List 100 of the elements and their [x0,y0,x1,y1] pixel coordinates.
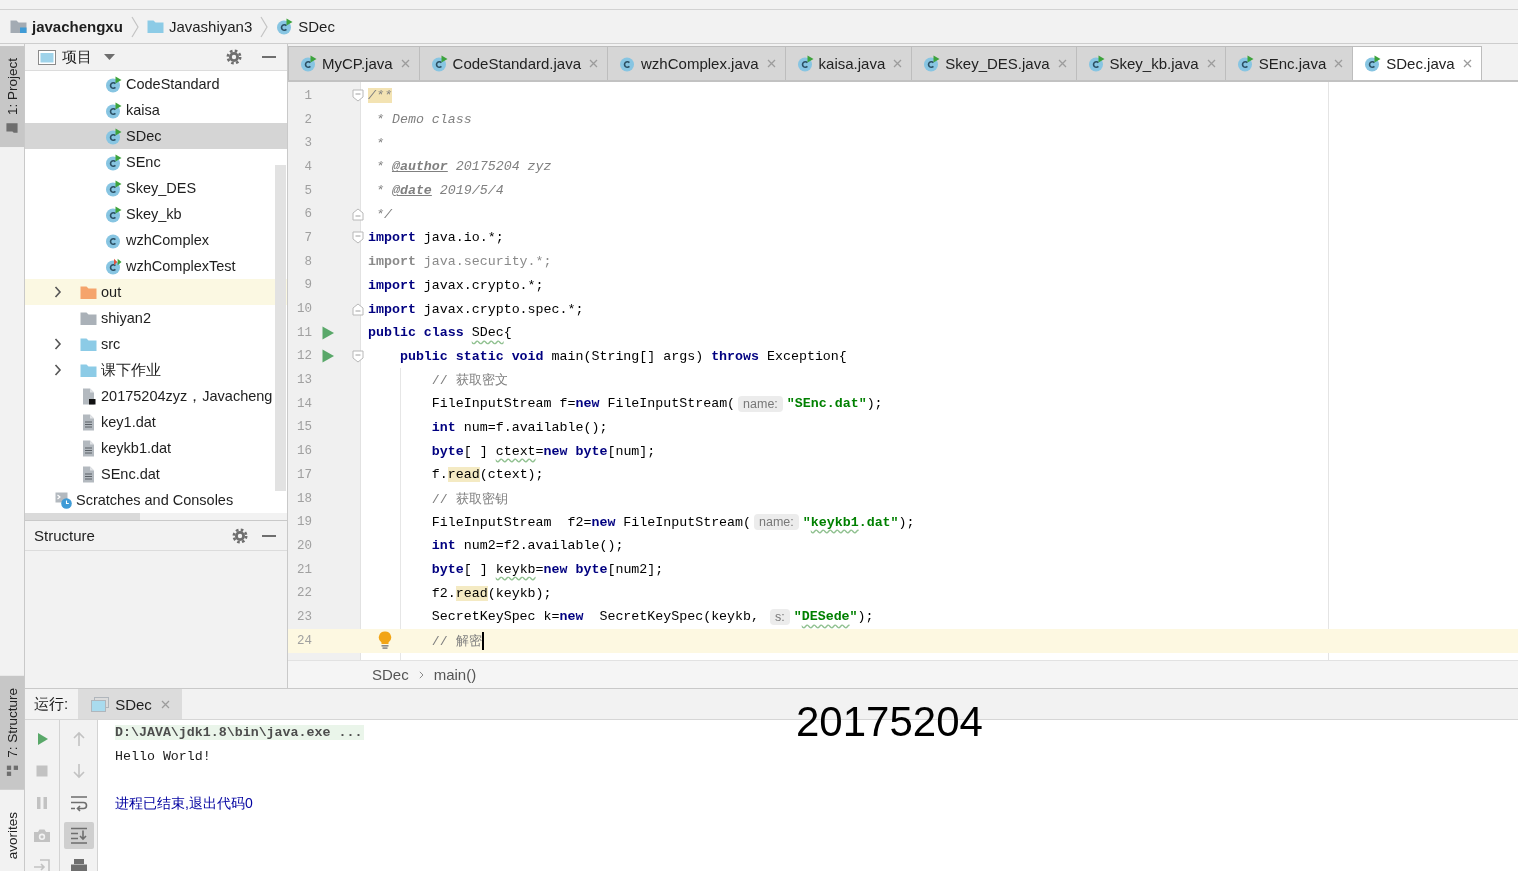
code-editor[interactable] [288,82,1518,660]
scroll-end-icon[interactable] [63,821,94,849]
line-number: 11 [296,325,312,340]
code-text: FileInputStream f=new FileInputStream( [431,396,736,412]
line-number: 17 [296,467,312,482]
text-cursor [481,631,484,650]
breadcrumb-item[interactable]: main() [433,666,477,683]
chevron-icon [418,670,424,679]
lightbulb-icon[interactable] [378,630,392,649]
line-number: 20 [296,538,312,553]
code-text: import java.security.*; [368,254,552,270]
close-icon[interactable] [1057,59,1067,68]
caption-text: 20175204 [796,701,983,743]
tree-item[interactable]: wzhComplex [25,227,287,253]
tree-item[interactable]: out [25,279,287,305]
code-text: import javax.crypto.*; [368,277,544,293]
editor-tab[interactable]: SEnc.java [1224,46,1354,80]
fold-marker-icon[interactable] [352,302,364,316]
fold-marker-icon[interactable] [352,349,364,363]
line-number: 24 [296,633,312,648]
scrollbar-thumb[interactable] [25,513,140,520]
run-tab[interactable]: SDec [78,689,182,719]
tree-item[interactable]: kaisa [25,97,287,123]
breadcrumb-item[interactable]: Javashiyan3 [146,18,253,35]
line-number: 3 [303,136,312,151]
editor-tab[interactable]: wzhComplex.java [607,46,786,80]
line-number: 23 [296,609,312,624]
code-text: f.read(ctext); [431,467,544,483]
chevron-icon [130,15,139,38]
code-text: int num2=f2.available(); [431,538,624,554]
close-icon[interactable] [766,59,776,68]
tree-item[interactable]: CodeStandard [25,71,287,97]
breadcrumb-item[interactable]: SDec [276,18,335,35]
run-icon[interactable] [322,349,334,364]
file-icon [80,465,97,483]
console-clock-icon [55,491,72,509]
tree-item[interactable]: SEnc.dat [25,461,287,487]
code-text: * @date 2019/5/4 [376,183,504,199]
line-number: 21 [296,562,312,577]
tree-item[interactable]: shiyan2 [25,305,287,331]
print-icon[interactable] [69,858,88,871]
close-icon[interactable] [400,59,410,68]
tree-item[interactable]: key1.dat [25,409,287,435]
editor-tab[interactable]: MyCP.java [288,46,420,80]
fold-marker-icon[interactable] [352,89,364,103]
class-icon [796,55,814,72]
chevron-icon[interactable] [54,338,62,350]
chevron-icon[interactable] [54,286,62,298]
close-icon[interactable] [1206,59,1216,68]
tree-item[interactable]: keykb1.dat [25,435,287,461]
scrollbar-thumb[interactable] [275,165,286,491]
tree-item[interactable]: SDec [25,123,287,149]
tool-window-tab[interactable]: 1: Project [0,46,24,148]
gear-icon[interactable] [232,527,248,544]
line-number: 9 [303,278,312,293]
class-icon [1087,55,1105,72]
chevron-icon[interactable] [54,364,62,376]
line-number: 1 [303,88,312,103]
tree-item[interactable]: src [25,331,287,357]
fold-marker-icon[interactable] [352,231,364,245]
run-icon[interactable] [322,325,334,340]
file-icon [80,439,97,457]
code-text: byte[ ] keykb=new byte[num2]; [431,562,664,578]
gear-icon[interactable] [226,49,242,65]
breadcrumb-item[interactable]: SDec [372,666,409,683]
class-icon [105,179,122,197]
tree-item[interactable]: Scratches and Consoles [25,487,287,513]
fold-marker-icon[interactable] [352,207,364,221]
close-icon[interactable] [160,699,170,709]
line-number: 14 [296,396,312,411]
line-number: 12 [296,349,312,364]
minus-icon[interactable] [262,534,276,537]
close-icon[interactable] [1462,59,1472,68]
view-dropdown[interactable]: 项目 [62,47,115,67]
structure-icon [6,763,18,778]
code-text: public class SDec{ [368,325,512,341]
tree-item[interactable]: wzhComplexTest [25,253,287,279]
breadcrumb-item[interactable]: javachengxu [10,18,123,35]
close-icon[interactable] [1334,59,1344,68]
wrap-icon[interactable] [69,794,88,812]
parameter-hint: s: [770,608,790,625]
close-icon[interactable] [589,59,599,68]
code-text: "keykb1.dat"); [802,514,915,530]
editor-tab[interactable]: kaisa.java [784,46,913,80]
code-text: * @author 20175204 zyz [376,159,552,175]
tree-item[interactable]: Skey_DES [25,175,287,201]
tool-window-tab[interactable]: avorites [0,799,24,871]
tree-item[interactable]: SEnc [25,149,287,175]
editor-tab[interactable]: CodeStandard.java [418,46,609,80]
editor-tab[interactable]: Skey_kb.java [1075,46,1226,80]
tree-item[interactable]: 20175204zyz，Javacheng [25,383,287,409]
tool-window-tab[interactable]: 7: Structure [0,675,24,790]
editor-tab[interactable]: Skey_DES.java [911,46,1077,80]
line-number: 13 [296,373,312,388]
tree-item[interactable]: Skey_kb [25,201,287,227]
tree-item[interactable]: 课下作业 [25,357,287,383]
close-icon[interactable] [893,59,903,68]
console-line: Hello World! [115,749,211,764]
editor-tab[interactable]: SDec.java [1352,46,1482,80]
console-line: 进程已结束,退出代码0 [115,795,253,811]
